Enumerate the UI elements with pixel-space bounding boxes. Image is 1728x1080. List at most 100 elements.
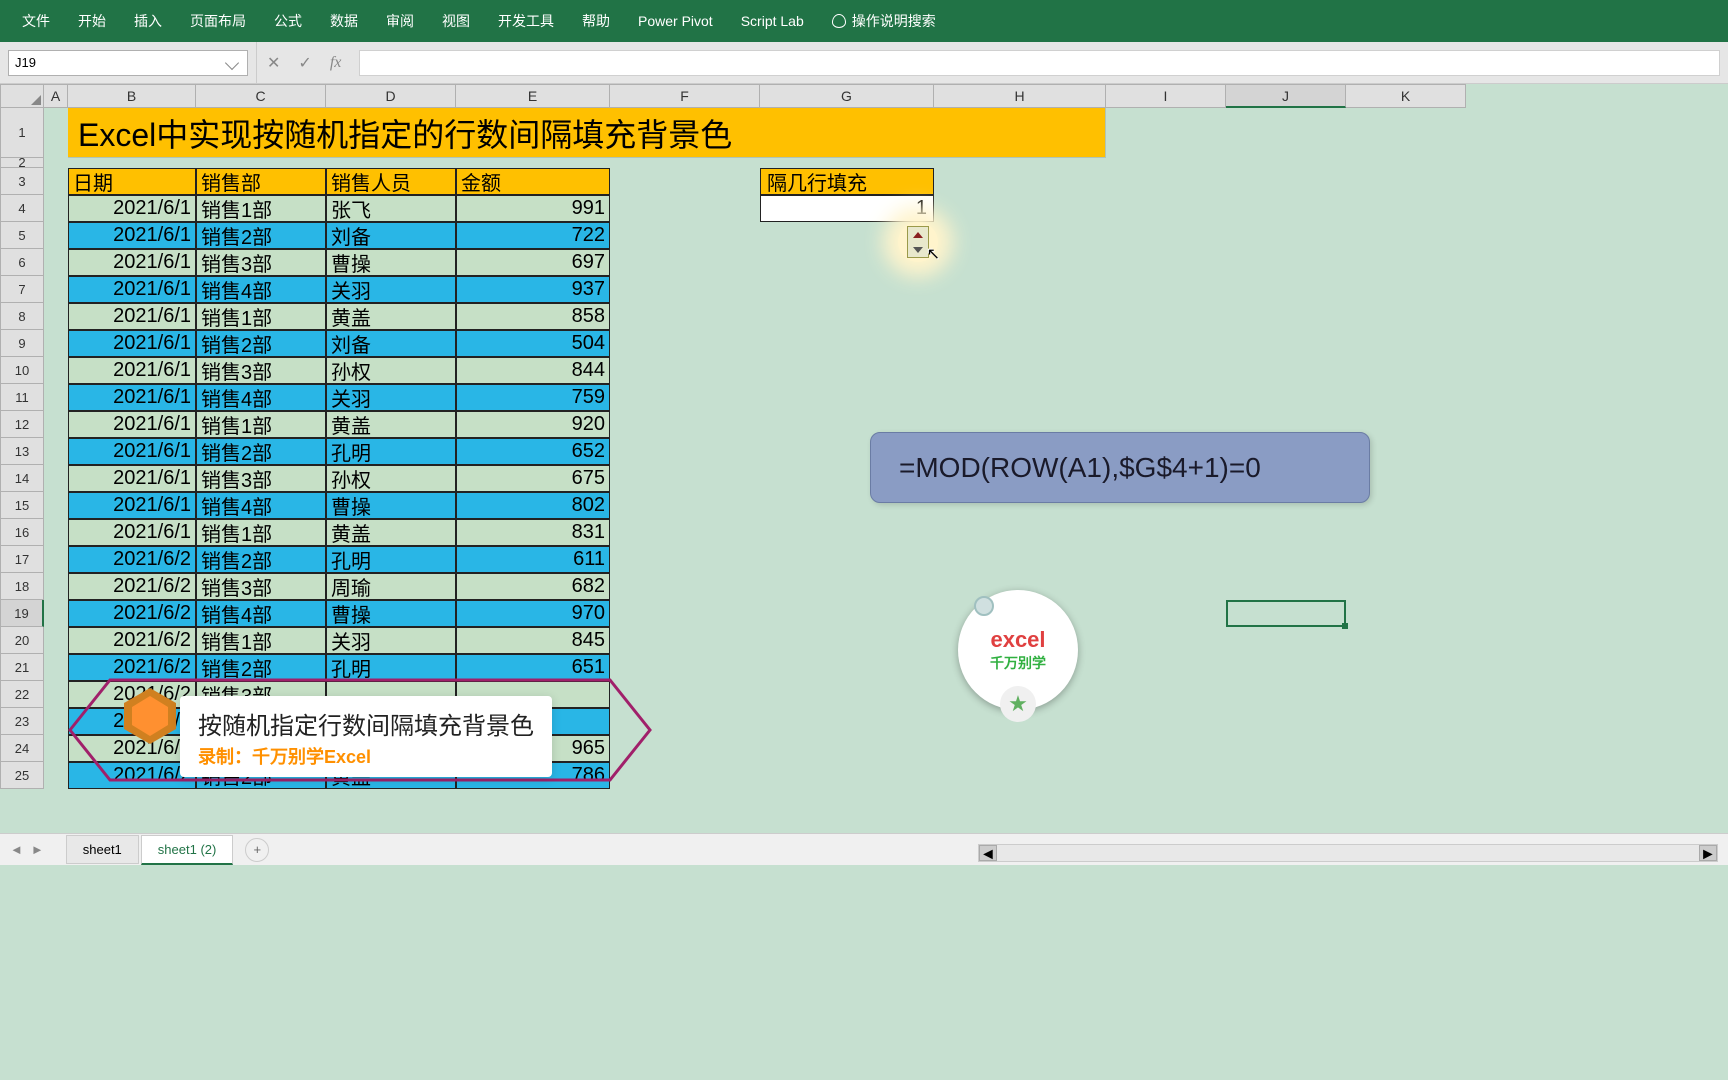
table-cell[interactable]: 2021/6/1 — [68, 411, 196, 438]
column-header[interactable]: H — [934, 84, 1106, 108]
sheet-tab[interactable]: sheet1 — [66, 835, 139, 864]
table-cell[interactable]: 2021/6/1 — [68, 492, 196, 519]
row-header[interactable]: 2 — [0, 158, 44, 168]
table-cell[interactable]: 2021/6/1 — [68, 438, 196, 465]
table-cell[interactable]: 2021/6/1 — [68, 330, 196, 357]
scroll-right-button[interactable]: ► — [1699, 845, 1717, 861]
ribbon-tab[interactable]: 视图 — [428, 11, 484, 31]
ribbon-tab[interactable]: Power Pivot — [624, 13, 727, 29]
row-header[interactable]: 24 — [0, 735, 44, 762]
control-value[interactable]: 1 — [760, 195, 934, 222]
column-header[interactable]: G — [760, 84, 934, 108]
table-cell[interactable]: 504 — [456, 330, 610, 357]
ribbon-tab[interactable]: 帮助 — [568, 11, 624, 31]
table-cell[interactable]: 黄盖 — [326, 303, 456, 330]
table-cell[interactable]: 关羽 — [326, 384, 456, 411]
insert-function-icon[interactable]: fx — [330, 54, 342, 72]
table-cell[interactable]: 关羽 — [326, 276, 456, 303]
row-header[interactable]: 15 — [0, 492, 44, 519]
column-header[interactable]: I — [1106, 84, 1226, 108]
table-cell[interactable]: 844 — [456, 357, 610, 384]
row-header[interactable]: 18 — [0, 573, 44, 600]
row-header[interactable]: 1 — [0, 108, 44, 158]
ribbon-tab[interactable]: 审阅 — [372, 11, 428, 31]
table-cell[interactable]: 孙权 — [326, 465, 456, 492]
spinner-up-button[interactable] — [908, 227, 928, 242]
ribbon-tab[interactable]: 开发工具 — [484, 11, 568, 31]
table-cell[interactable]: 关羽 — [326, 627, 456, 654]
table-cell[interactable]: 759 — [456, 384, 610, 411]
table-cell[interactable]: 2021/6/1 — [68, 303, 196, 330]
table-cell[interactable]: 销售3部 — [196, 249, 326, 276]
table-cell[interactable]: 858 — [456, 303, 610, 330]
row-header[interactable]: 8 — [0, 303, 44, 330]
row-header[interactable]: 4 — [0, 195, 44, 222]
select-all-corner[interactable] — [0, 84, 44, 108]
ribbon-tab[interactable]: 开始 — [64, 11, 120, 31]
table-cell[interactable]: 2021/6/1 — [68, 195, 196, 222]
table-cell[interactable]: 孔明 — [326, 654, 456, 681]
table-cell[interactable]: 销售2部 — [196, 330, 326, 357]
column-header[interactable]: E — [456, 84, 610, 108]
column-header[interactable]: D — [326, 84, 456, 108]
row-header[interactable]: 6 — [0, 249, 44, 276]
table-header[interactable]: 销售部 — [196, 168, 326, 195]
table-cell[interactable]: 682 — [456, 573, 610, 600]
row-header[interactable]: 9 — [0, 330, 44, 357]
table-cell[interactable]: 销售4部 — [196, 492, 326, 519]
control-label[interactable]: 隔几行填充 — [760, 168, 934, 195]
sheet-nav-prev-icon[interactable]: ◄ — [10, 842, 23, 857]
table-cell[interactable]: 孙权 — [326, 357, 456, 384]
table-cell[interactable]: 652 — [456, 438, 610, 465]
table-cell[interactable]: 2021/6/2 — [68, 627, 196, 654]
sheet-tab[interactable]: sheet1 (2) — [141, 835, 234, 865]
table-cell[interactable]: 销售2部 — [196, 654, 326, 681]
table-cell[interactable]: 销售3部 — [196, 573, 326, 600]
table-cell[interactable]: 697 — [456, 249, 610, 276]
table-cell[interactable]: 722 — [456, 222, 610, 249]
table-cell[interactable]: 销售4部 — [196, 600, 326, 627]
table-header[interactable]: 金额 — [456, 168, 610, 195]
tell-me-search[interactable]: 操作说明搜索 — [818, 11, 950, 31]
table-cell[interactable]: 销售1部 — [196, 627, 326, 654]
ribbon-tab[interactable]: 插入 — [120, 11, 176, 31]
horizontal-scrollbar[interactable]: ◄ ► — [978, 844, 1718, 862]
table-cell[interactable]: 销售2部 — [196, 438, 326, 465]
table-cell[interactable]: 周瑜 — [326, 573, 456, 600]
table-cell[interactable]: 销售2部 — [196, 222, 326, 249]
table-cell[interactable]: 孔明 — [326, 546, 456, 573]
table-cell[interactable]: 991 — [456, 195, 610, 222]
row-header[interactable]: 25 — [0, 762, 44, 789]
table-cell[interactable]: 802 — [456, 492, 610, 519]
table-cell[interactable]: 销售3部 — [196, 465, 326, 492]
row-header[interactable]: 20 — [0, 627, 44, 654]
column-header[interactable]: C — [196, 84, 326, 108]
table-cell[interactable]: 张飞 — [326, 195, 456, 222]
ribbon-tab[interactable]: 页面布局 — [176, 11, 260, 31]
row-header[interactable]: 22 — [0, 681, 44, 708]
ribbon-tab[interactable]: 数据 — [316, 11, 372, 31]
table-cell[interactable]: 2021/6/2 — [68, 573, 196, 600]
table-cell[interactable]: 曹操 — [326, 249, 456, 276]
table-cell[interactable]: 2021/6/2 — [68, 762, 196, 789]
formula-input[interactable] — [359, 50, 1720, 76]
row-header[interactable]: 21 — [0, 654, 44, 681]
column-header[interactable]: B — [68, 84, 196, 108]
table-cell[interactable]: 黄盖 — [326, 519, 456, 546]
table-cell[interactable]: 937 — [456, 276, 610, 303]
table-cell[interactable]: 销售4部 — [196, 276, 326, 303]
table-cell[interactable]: 曹操 — [326, 600, 456, 627]
row-header[interactable]: 11 — [0, 384, 44, 411]
spinner-down-button[interactable] — [908, 242, 928, 257]
table-cell[interactable]: 销售1部 — [196, 519, 326, 546]
table-cell[interactable]: 刘备 — [326, 330, 456, 357]
name-box[interactable]: J19 — [8, 50, 248, 76]
table-cell[interactable]: 销售4部 — [196, 384, 326, 411]
scroll-left-button[interactable]: ◄ — [979, 845, 997, 861]
table-cell[interactable]: 2021/6/1 — [68, 357, 196, 384]
row-header[interactable]: 12 — [0, 411, 44, 438]
table-cell[interactable]: 刘备 — [326, 222, 456, 249]
row-header[interactable]: 19 — [0, 600, 44, 627]
row-header[interactable]: 14 — [0, 465, 44, 492]
table-cell[interactable]: 831 — [456, 519, 610, 546]
